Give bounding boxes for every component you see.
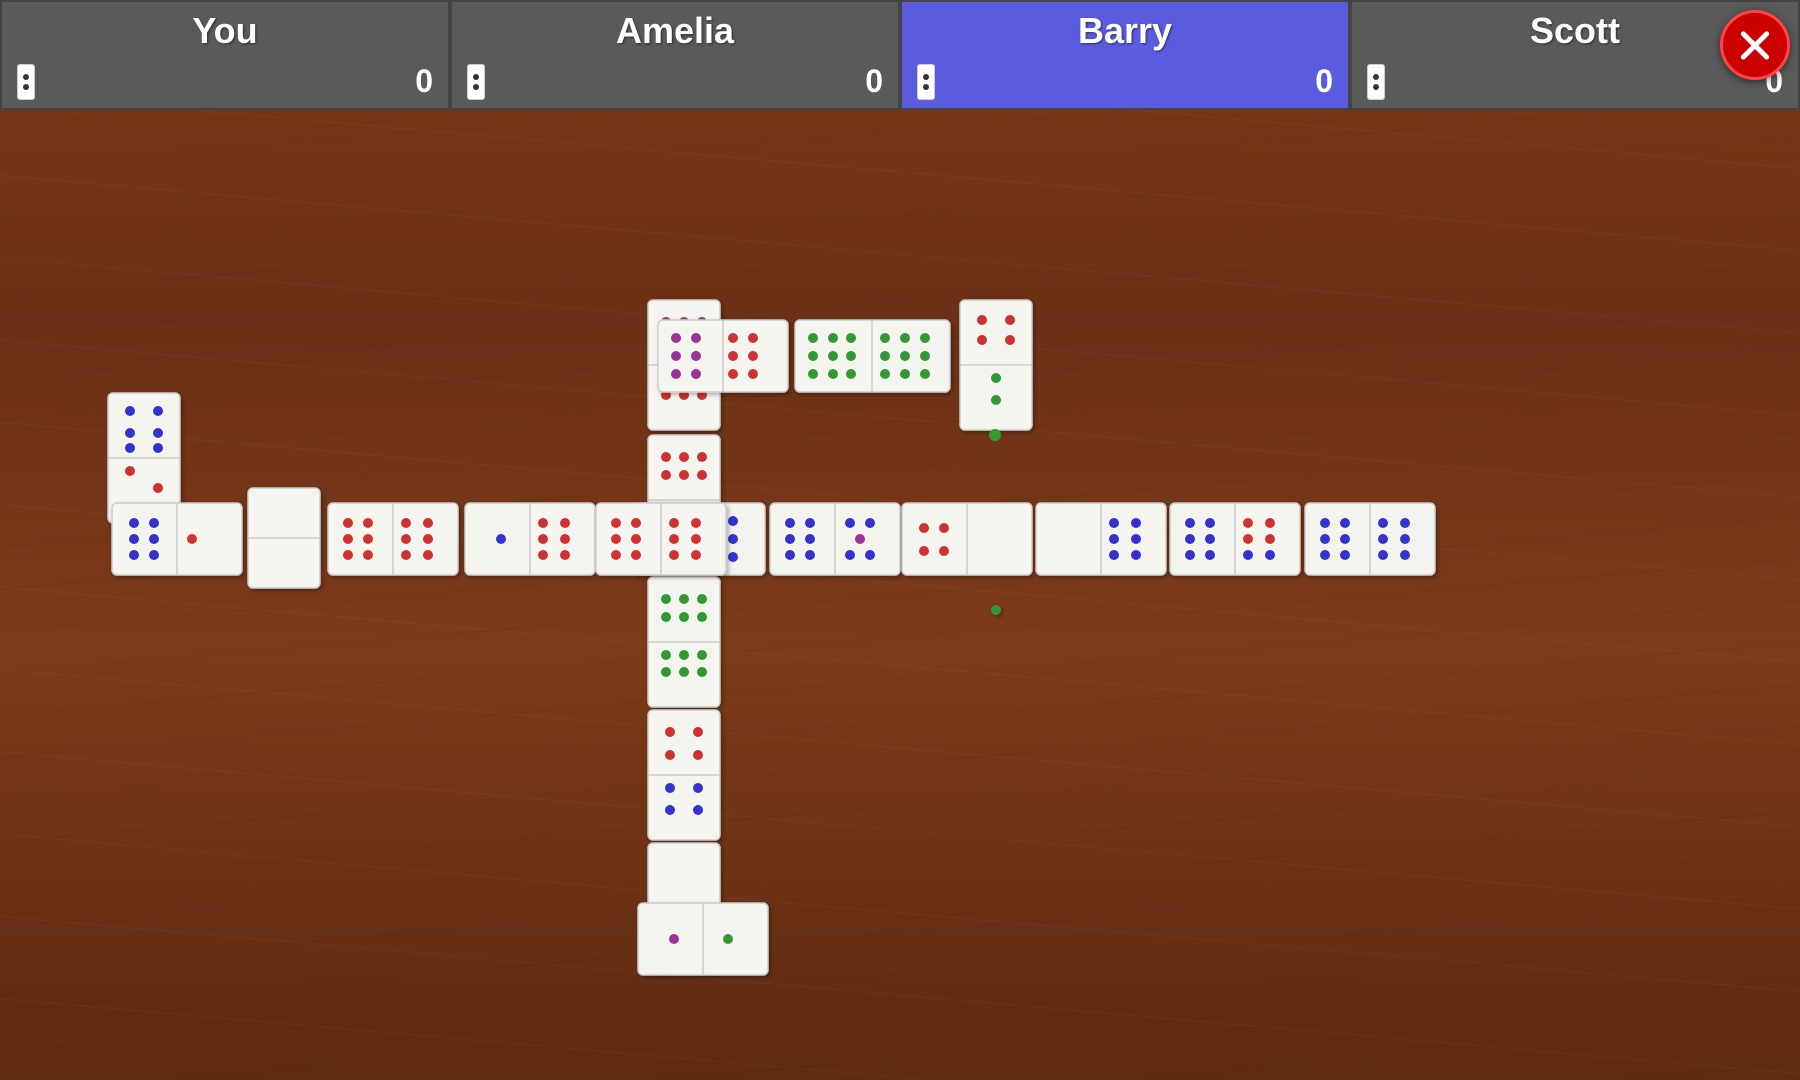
player-amelia-score-row: 0	[462, 63, 888, 100]
player-scott-domino-icon	[1367, 64, 1385, 100]
player-you-score: 0	[415, 63, 433, 100]
player-you-name: You	[192, 10, 257, 52]
player-you-domino-icon	[17, 64, 35, 100]
close-button[interactable]	[1720, 10, 1790, 80]
player-barry: Barry 0	[900, 0, 1350, 110]
player-scott-score-row: 0	[1362, 63, 1788, 100]
player-amelia-domino-icon	[467, 64, 485, 100]
player-barry-name: Barry	[1078, 10, 1172, 52]
player-barry-score-row: 0	[912, 63, 1338, 100]
domino-board	[0, 115, 1800, 1080]
player-you: You 0	[0, 0, 450, 110]
player-barry-domino-icon	[917, 64, 935, 100]
player-amelia: Amelia 0	[450, 0, 900, 110]
player-amelia-score: 0	[865, 63, 883, 100]
player-barry-score: 0	[1315, 63, 1333, 100]
player-you-score-row: 0	[12, 63, 438, 100]
player-scott-name: Scott	[1530, 10, 1620, 52]
game-board	[0, 115, 1800, 1080]
scoreboard: You 0 Amelia 0 Barry 0 Scott 0	[0, 0, 1800, 110]
player-amelia-name: Amelia	[616, 10, 734, 52]
